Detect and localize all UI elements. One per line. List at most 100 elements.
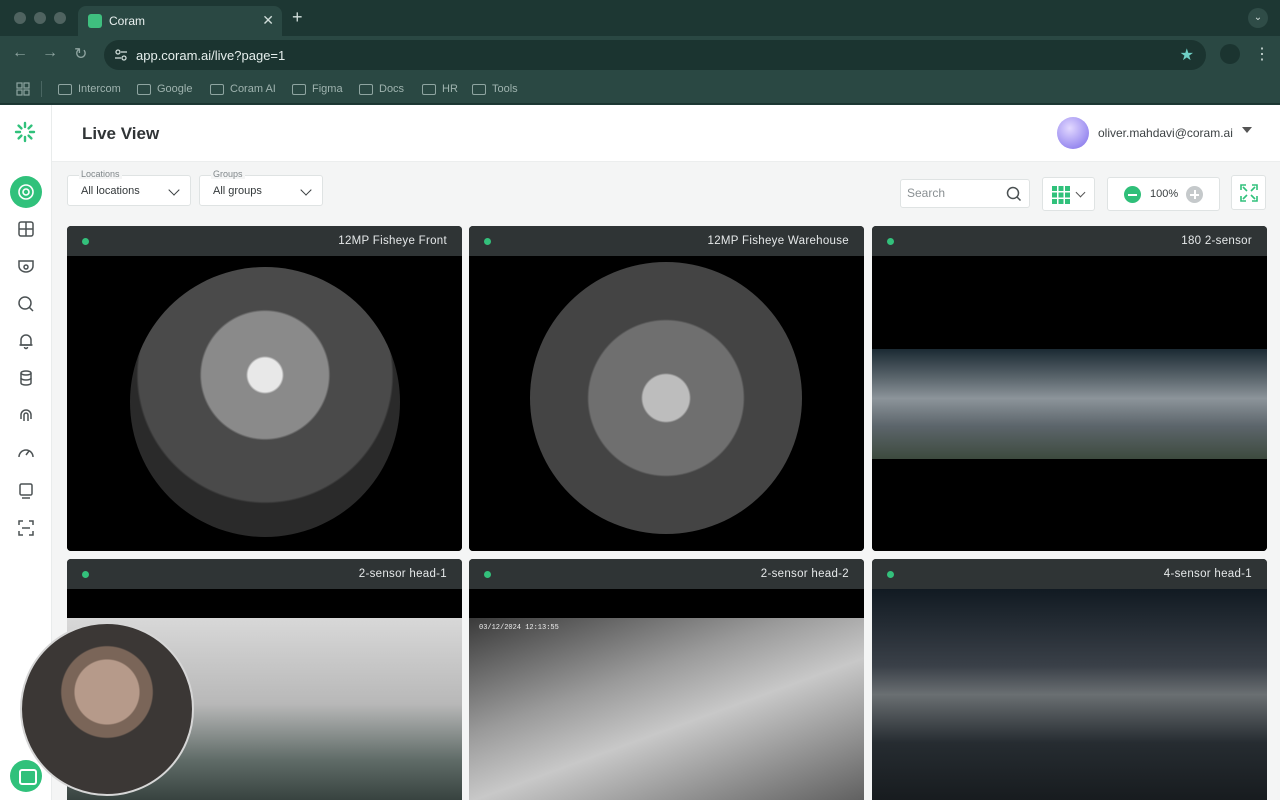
fisheye-image — [130, 267, 400, 537]
tab-close-icon[interactable]: ✕ — [262, 12, 274, 29]
fisheye-image — [530, 262, 802, 534]
folder-icon — [292, 83, 306, 95]
camera-tile-header: 4-sensor head-1 — [872, 559, 1267, 589]
sidebar-item-cameras[interactable] — [10, 250, 42, 282]
zoom-out-button[interactable] — [1124, 186, 1141, 203]
sidebar-item-scan[interactable] — [10, 512, 42, 544]
search-icon[interactable] — [1006, 186, 1022, 202]
grid-3x3-icon — [1052, 186, 1070, 204]
chevron-down-icon — [1075, 187, 1086, 198]
sidebar-item-storage[interactable] — [10, 362, 42, 394]
camera-name: 2-sensor head-2 — [760, 568, 849, 580]
online-status-dot — [484, 238, 491, 245]
grid-layout-button[interactable] — [1042, 177, 1095, 211]
fullscreen-button[interactable] — [1231, 175, 1266, 210]
groups-value: All groups — [213, 185, 262, 197]
bookmark-intercom[interactable]: Intercom — [58, 81, 121, 97]
chevron-down-icon — [300, 184, 312, 196]
reload-icon[interactable]: ↻ — [74, 44, 87, 64]
camera-feed: 03/12/2024 12:13:55 — [469, 589, 864, 800]
bookmark-star-icon[interactable]: ★ — [1180, 45, 1194, 65]
camera-name: 4-sensor head-1 — [1163, 568, 1252, 580]
groups-label: Groups — [211, 169, 245, 179]
address-bar[interactable]: app.coram.ai/live?page=1 ★ — [104, 40, 1206, 70]
online-status-dot — [887, 571, 894, 578]
kiosk-icon — [19, 483, 33, 499]
back-arrow-icon[interactable]: ← — [12, 44, 28, 62]
camera-tile-header: 2-sensor head-2 — [469, 559, 864, 589]
feed-timestamp: 03/12/2024 12:13:55 — [479, 624, 559, 632]
sidebar-item-access[interactable] — [10, 400, 42, 432]
extension-icon[interactable] — [1220, 44, 1240, 64]
window-minimize-button[interactable] — [34, 12, 46, 24]
camera-feed — [872, 256, 1267, 551]
camera-tile-header: 12MP Fisheye Warehouse — [469, 226, 864, 256]
tab-title: Coram — [109, 14, 146, 28]
database-icon — [20, 370, 32, 386]
locations-select[interactable]: Locations All locations — [67, 169, 191, 206]
bookmark-coram-ai[interactable]: Coram AI — [210, 81, 276, 97]
folder-icon — [359, 83, 373, 95]
online-status-dot — [484, 571, 491, 578]
locations-label: Locations — [79, 169, 122, 179]
coram-favicon-icon — [88, 14, 102, 28]
zoom-control: 100% — [1107, 177, 1220, 211]
camera-name: 12MP Fisheye Front — [338, 235, 447, 247]
sidebar-item-search[interactable] — [10, 288, 42, 320]
bookmark-tools[interactable]: Tools — [472, 81, 518, 97]
camera-search — [900, 179, 1030, 208]
folder-icon — [472, 83, 486, 95]
bookmark-google[interactable]: Google — [137, 81, 192, 97]
sidebar-item-analytics[interactable] — [10, 437, 42, 469]
camera-name: 180 2-sensor — [1181, 235, 1252, 247]
bookmark-figma[interactable]: Figma — [292, 81, 343, 97]
search-input[interactable] — [907, 186, 1003, 200]
bell-icon — [19, 334, 33, 350]
sidebar-item-devices[interactable] — [10, 475, 42, 507]
camera-feed — [872, 589, 1267, 800]
sidebar-item-live-view[interactable] — [10, 176, 42, 208]
user-email: oliver.mahdavi@coram.ai — [1098, 126, 1233, 140]
camera-tile[interactable]: 12MP Fisheye Front — [67, 226, 462, 551]
gauge-icon — [18, 449, 34, 458]
camera-tile[interactable]: 180 2-sensor — [872, 226, 1267, 551]
zoom-in-button[interactable] — [1186, 186, 1203, 203]
coram-logo-icon[interactable] — [14, 121, 36, 143]
window-close-button[interactable] — [14, 12, 26, 24]
site-settings-icon[interactable] — [114, 48, 128, 62]
bookmark-docs[interactable]: Docs — [359, 81, 404, 97]
user-menu-caret-icon[interactable] — [1242, 127, 1252, 133]
sidebar-item-alerts[interactable] — [10, 325, 42, 357]
chat-launcher-button[interactable] — [10, 760, 42, 792]
tab-search-chevron-icon[interactable]: ⌄ — [1248, 8, 1268, 28]
bookmarks-divider — [41, 81, 42, 97]
sidebar-item-dashboards[interactable] — [10, 213, 42, 245]
camera-feed — [469, 256, 864, 551]
camera-tile-header: 180 2-sensor — [872, 226, 1267, 256]
camera-tile[interactable]: 12MP Fisheye Warehouse — [469, 226, 864, 551]
zoom-level: 100% — [1150, 188, 1179, 200]
avatar[interactable] — [1057, 117, 1089, 149]
parking-lot-image — [872, 589, 1267, 800]
browser-menu-icon[interactable]: ⋮ — [1254, 44, 1270, 64]
scan-frame-icon — [18, 520, 34, 536]
search-icon — [18, 296, 34, 312]
apps-grid-icon[interactable] — [16, 82, 30, 96]
online-status-dot — [82, 238, 89, 245]
groups-select[interactable]: Groups All groups — [199, 169, 323, 206]
camera-tile[interactable]: 2-sensor head-2 03/12/2024 12:13:55 — [469, 559, 864, 800]
window-zoom-button[interactable] — [54, 12, 66, 24]
forward-arrow-icon[interactable]: → — [42, 44, 58, 62]
browser-tab[interactable]: Coram ✕ — [78, 6, 282, 36]
live-target-icon — [18, 184, 34, 200]
folder-icon — [210, 83, 224, 95]
camera-tile-header: 12MP Fisheye Front — [67, 226, 462, 256]
new-tab-icon[interactable]: + — [292, 7, 303, 28]
bookmark-hr[interactable]: HR — [422, 81, 458, 97]
url-text: app.coram.ai/live?page=1 — [136, 48, 286, 63]
presenter-webcam-bubble — [20, 622, 194, 796]
panorama-image — [872, 349, 1267, 459]
camera-tile[interactable]: 4-sensor head-1 — [872, 559, 1267, 800]
camera-feed — [67, 256, 462, 551]
online-status-dot — [82, 571, 89, 578]
